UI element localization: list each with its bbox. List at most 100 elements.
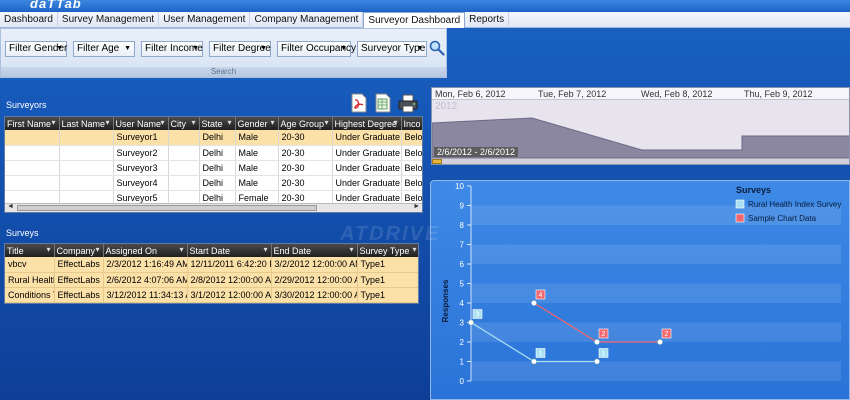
table-cell: 3/1/2012 12:00:00 AM <box>187 287 272 303</box>
legend-item[interactable]: Rural Health Index Survey <box>748 200 841 209</box>
filter-icon[interactable]: ▾ <box>393 118 397 127</box>
y-tick-label: 0 <box>460 377 465 386</box>
legend-swatch <box>735 199 745 209</box>
menu-item[interactable]: Company Management <box>250 12 364 28</box>
table-cell: Conditions Te <box>5 287 55 303</box>
filter-dropdown[interactable]: Filter Age ▼ <box>73 41 135 57</box>
table-cell: 3/30/2012 12:00:00 AM <box>271 287 358 303</box>
table-row[interactable]: Surveyor4 Delhi Male 20-30 Under Graduate Bel… <box>5 175 422 191</box>
table-cell: Belo <box>401 160 422 176</box>
filter-icon[interactable]: ▾ <box>263 245 267 254</box>
filter-icon[interactable]: ▾ <box>160 118 164 127</box>
table-row[interactable]: Surveyor2 Delhi Male 20-30 Under Graduate Bel… <box>5 145 422 161</box>
column-header-label: Assigned On <box>105 245 158 256</box>
timeline-navigator[interactable]: Mon, Feb 6, 2012 Tue, Feb 7, 2012 Wed, F… <box>431 87 850 165</box>
data-label: 2 <box>602 331 606 338</box>
search-icon[interactable] <box>429 40 445 56</box>
column-header-label: State <box>201 118 223 129</box>
filter-icon[interactable]: ▾ <box>179 245 183 254</box>
table-cell: 20-30 <box>278 175 333 191</box>
table-cell: Male <box>235 130 279 146</box>
timeline-date: Mon, Feb 6, 2012 <box>435 89 506 99</box>
menu-item[interactable]: Dashboard <box>0 12 58 28</box>
filter-icon[interactable]: ▾ <box>46 245 50 254</box>
excel-export-icon[interactable] <box>374 93 392 113</box>
scroll-thumb[interactable] <box>17 205 317 211</box>
column-header[interactable]: State ▾ <box>199 117 236 130</box>
filter-icon[interactable]: ▾ <box>349 245 353 254</box>
filter-icon[interactable]: ▾ <box>324 118 328 127</box>
filter-icon[interactable]: ▾ <box>191 118 195 127</box>
data-label: 3 <box>476 312 480 319</box>
menu-item[interactable]: Survey Management <box>58 12 160 28</box>
menu-item[interactable]: Surveyor Dashboard <box>363 12 466 28</box>
column-header[interactable]: Highest Degree ▾ <box>332 117 402 130</box>
menu-item[interactable]: User Management <box>159 12 251 28</box>
filter-icon[interactable]: ▾ <box>412 245 416 254</box>
filter-dropdown[interactable]: Surveyor Type ▼ <box>357 41 427 57</box>
table-row[interactable]: Rural Health EffectLabs 2/6/2012 4:07:06 A… <box>5 272 418 288</box>
table-cell: 20-30 <box>278 160 333 176</box>
column-header[interactable]: Assigned On ▾ <box>103 244 188 257</box>
column-header[interactable]: Inco▾ <box>401 117 422 130</box>
grid-band <box>471 244 841 264</box>
data-label: 1 <box>602 351 606 358</box>
filter-icon[interactable]: ▾ <box>105 118 109 127</box>
timeline-slider-knob[interactable] <box>432 159 442 164</box>
filter-panel: Filter Gender ▼ Filter Age ▼ Filter Income ▼ F… <box>0 28 447 78</box>
column-header[interactable]: First Name ▾ <box>5 117 60 130</box>
column-header-label: User Name <box>115 118 162 129</box>
table-cell <box>59 145 114 161</box>
filter-icon[interactable]: ▾ <box>51 118 55 127</box>
pdf-export-icon[interactable] <box>350 93 368 113</box>
column-header[interactable]: City ▾ <box>168 117 200 130</box>
timeline-dates: Mon, Feb 6, 2012 Tue, Feb 7, 2012 Wed, F… <box>432 88 849 100</box>
timeline-slider[interactable] <box>432 158 849 164</box>
column-header[interactable]: Last Name ▾ <box>59 117 114 130</box>
column-header[interactable]: User Name ▾ <box>113 117 169 130</box>
filter-icon[interactable]: ▾ <box>270 118 274 127</box>
legend-title: Surveys <box>736 185 771 195</box>
scroll-left-icon[interactable]: ◄ <box>7 203 14 210</box>
watermark-text: ATDRIVE <box>340 223 441 245</box>
table-row[interactable]: Surveyor1 Delhi Male 20-30 Under Graduate Bel… <box>5 130 422 146</box>
surveyors-scrollbar[interactable]: ◄ ► <box>5 203 422 212</box>
y-axis-label: Responses <box>441 279 450 322</box>
column-header-label: Start Date <box>189 245 231 256</box>
filter-icon[interactable]: ▾ <box>227 118 231 127</box>
column-header[interactable]: Title ▾ <box>5 244 55 257</box>
column-header-label: First Name <box>7 118 52 129</box>
data-point[interactable] <box>594 339 600 345</box>
column-header[interactable]: Age Group ▾ <box>278 117 333 130</box>
filter-dropdown[interactable]: Filter Degree ▼ <box>209 41 271 57</box>
table-cell: EffectLabs <box>54 287 104 303</box>
print-icon[interactable] <box>398 93 418 113</box>
filter-dropdown[interactable]: Filter Gender ▼ <box>5 41 67 57</box>
filter-dropdown[interactable]: Filter Occupancy ▼ <box>277 41 356 57</box>
column-header[interactable]: Start Date ▾ <box>187 244 272 257</box>
legend-item[interactable]: Sample Chart Data <box>748 214 817 223</box>
data-point[interactable] <box>531 300 537 306</box>
data-point[interactable] <box>531 358 537 365</box>
table-row[interactable]: vbcv EffectLabs 2/3/2012 1:16:49 AM 12/11/2… <box>5 257 418 273</box>
data-point[interactable] <box>657 339 663 345</box>
table-cell: Delhi <box>199 130 236 146</box>
table-row[interactable]: Surveyor3 Delhi Male 20-30 Under Graduate Bel… <box>5 160 422 176</box>
data-point[interactable] <box>468 319 474 326</box>
filter-dropdown[interactable]: Filter Income ▼ <box>141 41 203 57</box>
data-label: 4 <box>539 292 543 299</box>
brand-bar: daTTab <box>0 0 850 12</box>
y-tick-label: 4 <box>460 299 465 308</box>
app-logo: daTTab <box>30 0 82 11</box>
scroll-right-icon[interactable]: ► <box>413 203 420 210</box>
table-row[interactable]: Conditions TeEffectLabs3/12/2012 11:34:1… <box>5 287 418 303</box>
data-point[interactable] <box>594 358 600 365</box>
menu-item[interactable]: Reports <box>465 12 510 28</box>
table-cell: Surveyor3 <box>113 160 169 176</box>
table-cell: Male <box>235 145 279 161</box>
filter-label: Filter Age <box>77 43 120 54</box>
column-header[interactable]: Gender ▾ <box>235 117 279 130</box>
filter-icon[interactable]: ▾ <box>95 245 99 254</box>
column-header[interactable]: Company ▾ <box>54 244 104 257</box>
table-cell: 2/6/2012 4:07:06 AM <box>103 272 188 288</box>
